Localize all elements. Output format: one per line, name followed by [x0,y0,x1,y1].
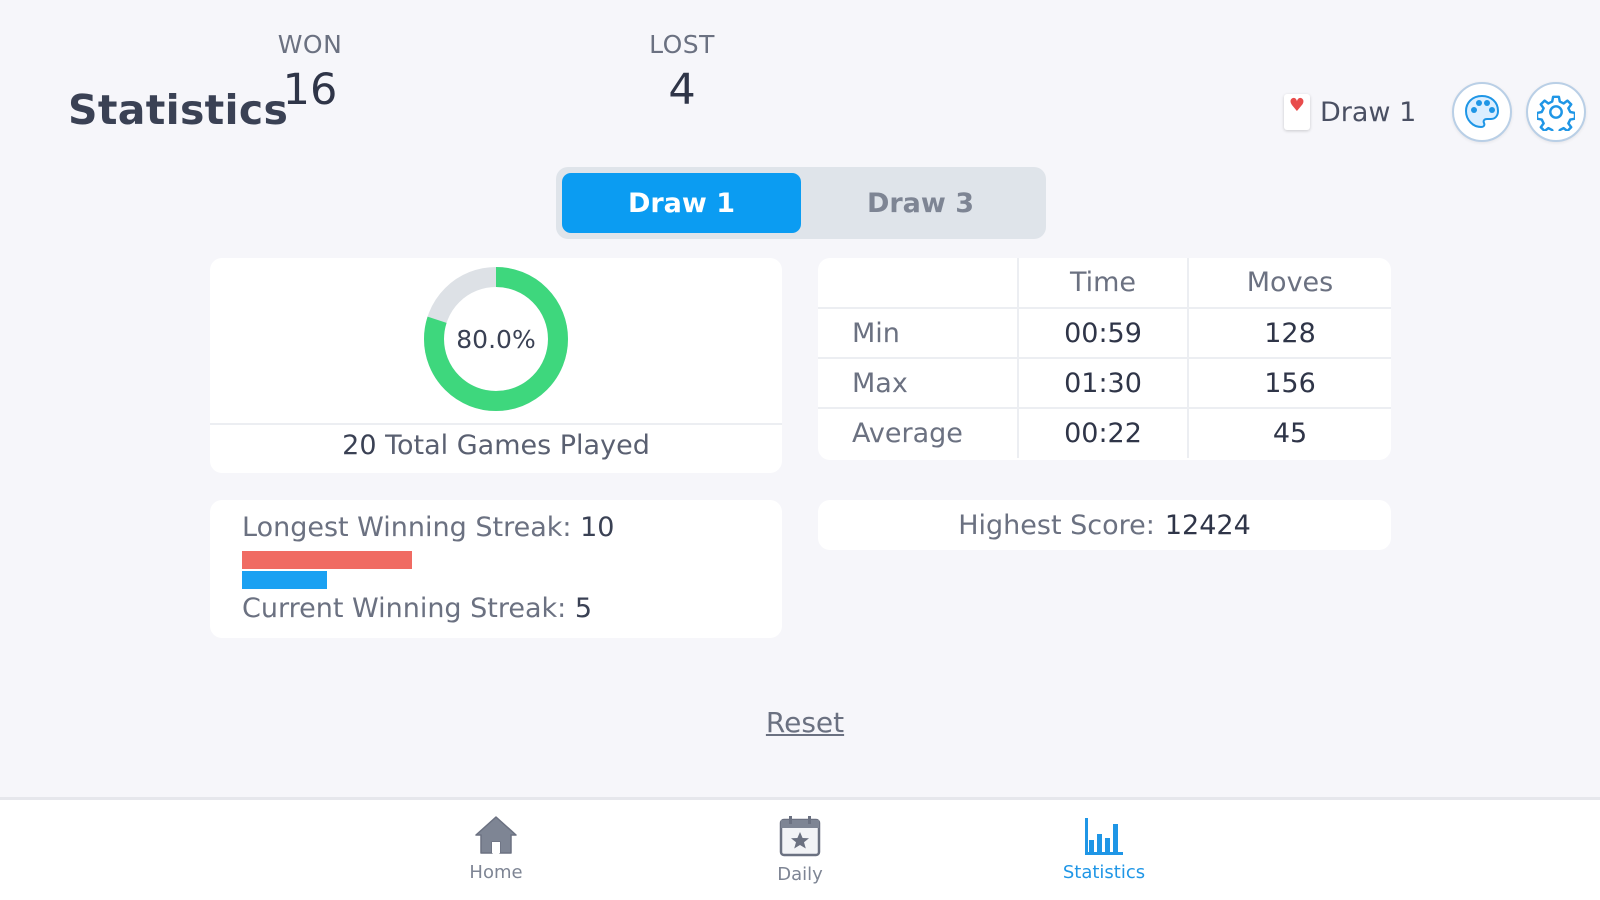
bottom-nav: Home Daily Statistics [0,797,1600,900]
longest-streak-value: 10 [580,512,615,543]
time-moves-table: Time Moves Min 00:59 128 Max 01:30 156 A… [818,258,1391,460]
divider [210,423,782,425]
longest-streak: Longest Winning Streak: 10 [242,512,614,543]
min-time: 00:59 [1017,307,1188,358]
statistics-screen: Statistics ♥ Draw 1 Draw 1 Draw 3 WON 16 [0,0,1600,900]
max-moves: 156 [1187,357,1391,408]
average-moves: 45 [1187,407,1391,458]
current-streak-value: 5 [574,593,593,624]
current-streak: Current Winning Streak: 5 [242,593,592,624]
nav-daily[interactable]: Daily [730,814,870,885]
won-label: WON [277,30,343,59]
longest-streak-label: Longest Winning Streak: [242,512,572,543]
row-label-min: Min [818,307,1018,358]
tab-draw-1[interactable]: Draw 1 [562,173,801,233]
bar-chart-icon [1085,818,1123,855]
table-row: Min 00:59 128 [818,307,1391,358]
current-streak-label: Current Winning Streak: [242,593,567,624]
row-label-max: Max [818,357,1018,408]
win-rate-text: 80.0% [456,324,536,354]
max-time: 01:30 [1017,357,1188,408]
heart-card-icon: ♥ [1284,94,1310,130]
table-row: Max 01:30 156 [818,357,1391,408]
nav-home-label: Home [469,862,523,883]
palette-icon [1464,94,1500,129]
total-games-label: Total Games Played [385,430,650,461]
highest-score-value: 12424 [1164,509,1251,541]
nav-home[interactable]: Home [426,814,566,883]
won-stat: WON 16 [250,30,370,115]
current-streak-bar [242,571,327,589]
theme-button[interactable] [1452,82,1512,142]
highest-score-card: Highest Score: 12424 [818,500,1391,550]
nav-statistics[interactable]: Statistics [1034,814,1174,883]
table-row: Average 00:22 45 [818,407,1391,458]
draw-mode-tabs: Draw 1 Draw 3 [556,167,1046,239]
table-header-moves: Moves [1187,258,1391,308]
lost-value: 4 [668,65,696,115]
nav-statistics-label: Statistics [1062,862,1146,883]
game-mode-indicator: ♥ Draw 1 [1284,92,1416,132]
min-moves: 128 [1187,307,1391,358]
reset-link[interactable]: Reset [760,706,850,739]
row-label-average: Average [818,407,1018,458]
highest-score-label: Highest Score: [958,509,1155,541]
average-time: 00:22 [1017,407,1188,458]
game-mode-label: Draw 1 [1320,96,1417,128]
table-header-time: Time [1017,258,1188,308]
won-value: 16 [282,65,338,115]
table-header-row: Time Moves [818,258,1391,308]
nav-daily-label: Daily [777,864,823,885]
home-icon [475,816,517,854]
tab-draw-3[interactable]: Draw 3 [801,173,1040,233]
gear-icon [1537,95,1575,131]
total-games-played: 20 Total Games Played [210,430,782,461]
longest-streak-bar [242,551,412,569]
total-games-count: 20 [342,430,377,461]
lost-stat: LOST 4 [622,30,742,115]
lost-label: LOST [649,30,715,59]
settings-button[interactable] [1526,82,1586,142]
table-header-empty [818,258,1018,308]
calendar-star-icon [779,816,821,857]
